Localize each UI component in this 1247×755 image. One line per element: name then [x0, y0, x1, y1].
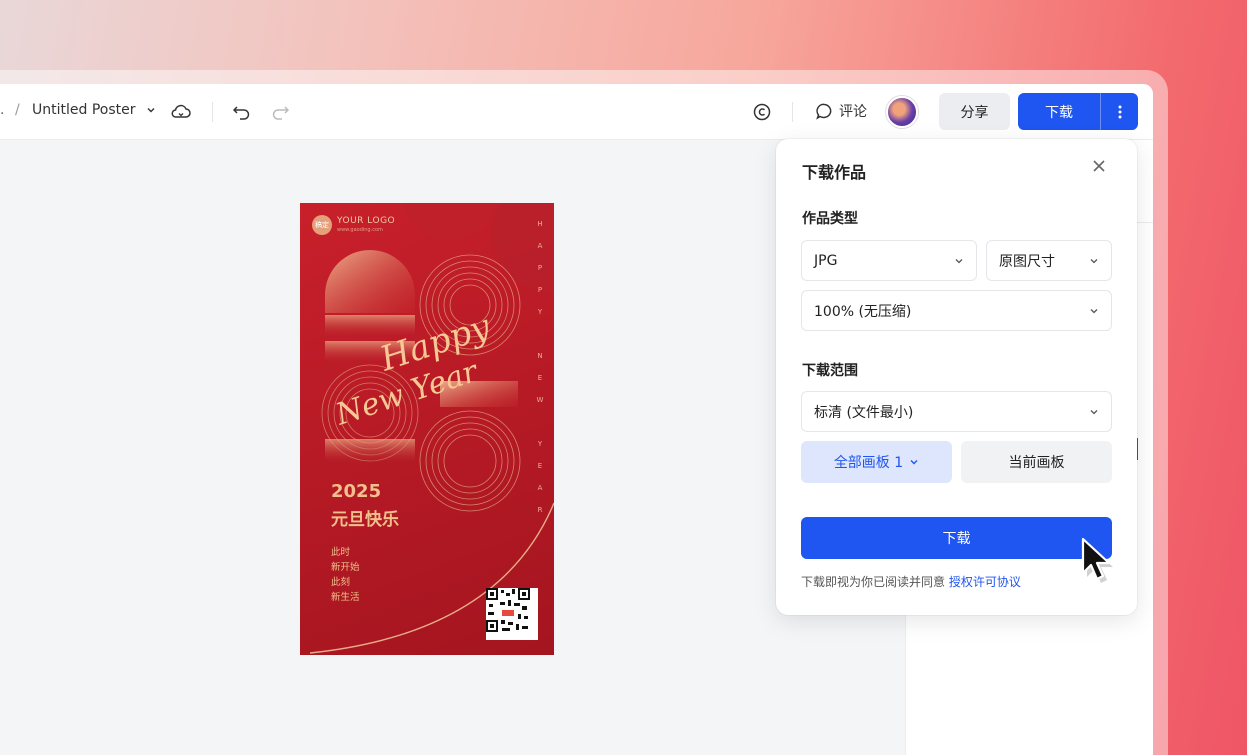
poster-logo-text: YOUR LOGO [337, 216, 396, 226]
chevron-down-icon [955, 258, 963, 263]
comment-icon [816, 103, 832, 120]
document-title: Untitled Poster [32, 102, 136, 118]
top-toolbar: . / Untitled Poster 评论 分享 下载 [0, 84, 1153, 140]
poster-canvas[interactable]: Happy New Year 稿定 YOUR LOGO www.gaoding.… [300, 203, 554, 655]
toolbar-divider [792, 102, 793, 122]
range-section-label: 下载范围 [802, 363, 858, 379]
type-section-label: 作品类型 [802, 211, 858, 227]
confirm-download-button[interactable]: 下载 [801, 517, 1112, 559]
poster-logo-badge: 稿定 [312, 215, 332, 235]
size-select[interactable]: 原图尺寸 [986, 240, 1112, 281]
current-board-button[interactable]: 当前画板 [961, 441, 1112, 483]
poster-vertical-text: HAPPYNEWYEAR [536, 220, 544, 514]
chevron-down-icon [1090, 409, 1098, 414]
agreement-notice: 下载即视为你已阅读并同意 授权许可协议 [801, 575, 1021, 589]
user-avatar[interactable] [886, 96, 918, 128]
cloud-sync-icon[interactable] [167, 98, 195, 126]
breadcrumb-separator: / [15, 102, 20, 118]
poster-year: 2025 [331, 481, 382, 502]
poster-logo-url: www.gaoding.com [337, 227, 383, 233]
license-agreement-link[interactable]: 授权许可协议 [949, 575, 1021, 589]
dialog-title: 下载作品 [802, 163, 867, 182]
qr-code [486, 588, 538, 640]
toolbar-divider [212, 102, 213, 122]
resolution-select[interactable]: 标清 (文件最小) [801, 391, 1112, 432]
quality-select[interactable]: 100% (无压缩) [801, 290, 1112, 331]
comment-label: 评论 [839, 104, 867, 120]
mouse-cursor-icon [1081, 537, 1113, 583]
chevron-down-icon [1090, 258, 1098, 263]
redo-icon[interactable] [266, 98, 294, 126]
comment-button[interactable]: 评论 [816, 101, 867, 121]
copyright-icon[interactable] [748, 98, 776, 126]
share-button[interactable]: 分享 [939, 93, 1010, 130]
poster-title: 元旦快乐 [331, 510, 399, 530]
close-icon[interactable] [1090, 159, 1108, 177]
poster-slogan: 此时 新开始 此刻 新生活 [331, 547, 360, 603]
more-options-icon[interactable] [1101, 105, 1138, 119]
format-select[interactable]: JPG [801, 240, 977, 281]
chevron-down-icon [910, 460, 918, 465]
chevron-down-icon [1090, 308, 1098, 313]
chevron-down-icon [147, 108, 154, 113]
undo-icon[interactable] [228, 98, 256, 126]
all-boards-button[interactable]: 全部画板 1 [801, 441, 952, 483]
breadcrumb-parent[interactable]: . [0, 102, 4, 118]
download-split-button: 下载 [1018, 93, 1138, 130]
download-button[interactable]: 下载 [1018, 102, 1100, 122]
document-title-dropdown[interactable]: Untitled Poster [32, 102, 156, 118]
